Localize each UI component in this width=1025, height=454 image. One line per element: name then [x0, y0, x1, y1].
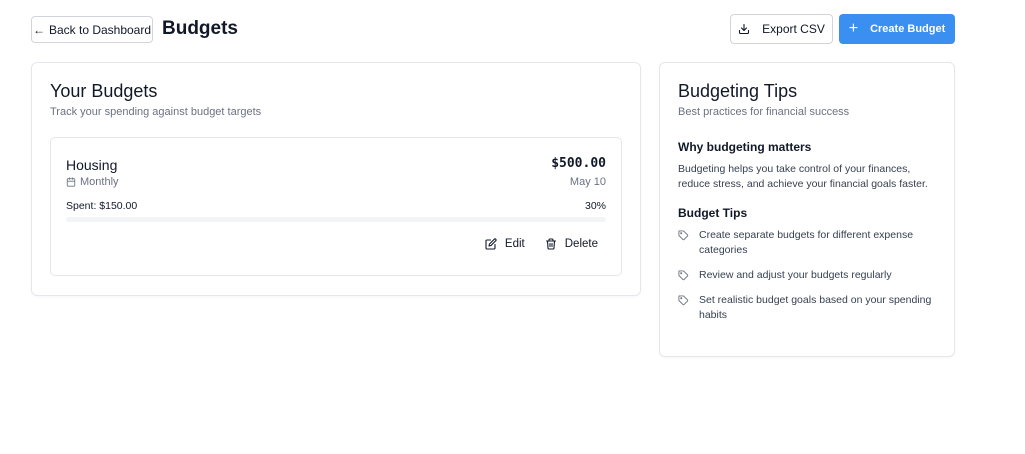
budget-actions: Edit Delete: [485, 238, 598, 250]
export-csv-button[interactable]: Export CSV: [730, 14, 833, 44]
budget-spent: Spent: $150.00: [66, 200, 138, 212]
budget-tips-heading: Budget Tips: [678, 206, 748, 220]
your-budgets-subtitle: Track your spending against budget targe…: [50, 106, 262, 118]
delete-budget-button[interactable]: Delete: [545, 238, 598, 250]
edit-budget-button[interactable]: Edit: [485, 238, 525, 250]
budget-date: May 10: [569, 176, 606, 188]
arrow-left-icon: ←: [32, 22, 45, 37]
page-header: ← Back to Dashboard Budgets Export CSV +…: [31, 14, 955, 45]
export-csv-label: Export CSV: [762, 22, 825, 36]
list-item: Create separate budgets for different ex…: [678, 228, 940, 258]
budget-progress-bar: [66, 217, 606, 222]
tag-icon: [678, 228, 691, 258]
create-budget-label: Create Budget: [870, 23, 946, 35]
back-button-label: Back to Dashboard: [48, 22, 152, 37]
edit-label: Edit: [504, 238, 525, 250]
list-item: Set realistic budget goals based on your…: [678, 293, 940, 323]
budget-name: Housing: [66, 157, 118, 173]
page-title: Budgets: [162, 18, 238, 39]
why-budgeting-heading: Why budgeting matters: [678, 140, 812, 154]
budget-amount: $500.00: [551, 156, 606, 171]
tag-icon: [678, 268, 691, 283]
budgeting-tips-subtitle: Best practices for financial success: [678, 106, 850, 118]
budget-item: Housing Monthly $500.00 May 10 Spent: $1…: [50, 137, 622, 276]
your-budgets-title: Your Budgets: [50, 81, 158, 101]
back-to-dashboard-button[interactable]: ← Back to Dashboard: [31, 16, 153, 43]
tip-text: Set realistic budget goals based on your…: [699, 294, 932, 321]
budget-progress-fill: [66, 217, 228, 222]
why-budgeting-text: Budgeting helps you take control of your…: [678, 163, 928, 190]
create-budget-button[interactable]: + Create Budget: [839, 14, 955, 44]
budgeting-tips-card: Budgeting Tips Best practices for financ…: [659, 62, 955, 357]
tip-text: Review and adjust your budgets regularly: [699, 269, 892, 281]
plus-icon: +: [848, 20, 859, 37]
edit-icon: [485, 238, 497, 250]
list-item: Review and adjust your budgets regularly: [678, 268, 940, 283]
budget-period-label: Monthly: [80, 176, 119, 188]
budget-period: Monthly: [66, 176, 119, 188]
budget-percent: 30%: [584, 200, 606, 212]
calendar-icon: [66, 177, 76, 187]
your-budgets-card: Your Budgets Track your spending against…: [31, 62, 641, 296]
tag-icon: [678, 293, 691, 323]
budget-tips-list: Create separate budgets for different ex…: [678, 228, 940, 333]
download-icon: [738, 23, 750, 35]
delete-label: Delete: [564, 238, 598, 250]
budgeting-tips-title: Budgeting Tips: [678, 81, 798, 101]
tip-text: Create separate budgets for different ex…: [699, 229, 914, 256]
trash-icon: [545, 238, 557, 250]
